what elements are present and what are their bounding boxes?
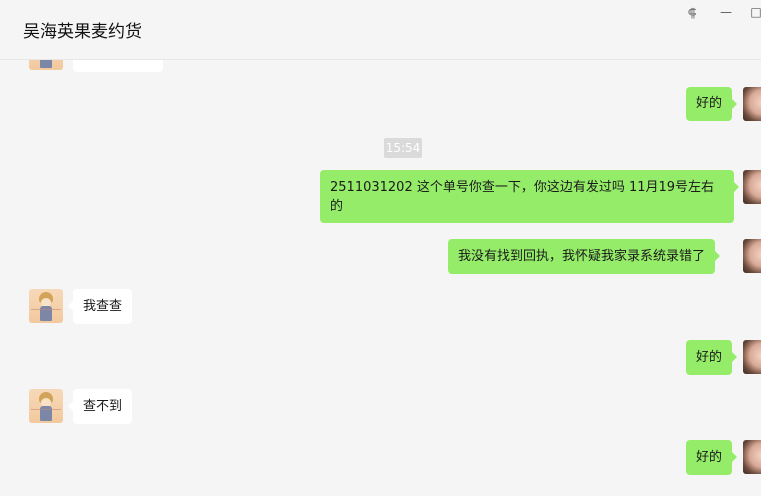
message-timestamp: 15:54 xyxy=(384,138,422,158)
message-bubble: 好的 xyxy=(686,87,738,121)
minimize-icon[interactable]: — xyxy=(715,2,737,22)
my-avatar[interactable] xyxy=(743,170,761,204)
contact-avatar[interactable] xyxy=(29,60,63,70)
message-bubble-partial xyxy=(73,60,163,72)
chat-title: 吴海英果麦约货 xyxy=(23,22,142,42)
pin-icon[interactable]: ⸿ xyxy=(681,2,703,22)
contact-avatar[interactable] xyxy=(29,389,63,423)
contact-avatar[interactable] xyxy=(29,289,63,323)
my-avatar[interactable] xyxy=(743,239,761,273)
maximize-icon[interactable]: □ xyxy=(745,2,761,22)
message-bubble: 好的 xyxy=(686,340,738,375)
message-bubble: 好的 xyxy=(686,440,738,475)
message-list[interactable]: 好的 15:54 2511031202 这个单号你查一下，你这边有发过吗 11月… xyxy=(0,60,761,496)
message-bubble: 查不到 xyxy=(67,389,133,424)
message-bubble: 2511031202 这个单号你查一下，你这边有发过吗 11月19号左右的 xyxy=(320,170,739,223)
message-bubble: 我查查 xyxy=(67,289,133,324)
my-avatar[interactable] xyxy=(743,340,761,374)
chat-header: 吴海英果麦约货 ⸿ — □ xyxy=(0,0,761,60)
message-bubble: 我没有找到回执，我怀疑我家录系统录错了 xyxy=(448,239,721,274)
my-avatar[interactable] xyxy=(743,440,761,474)
my-avatar[interactable] xyxy=(743,87,761,121)
